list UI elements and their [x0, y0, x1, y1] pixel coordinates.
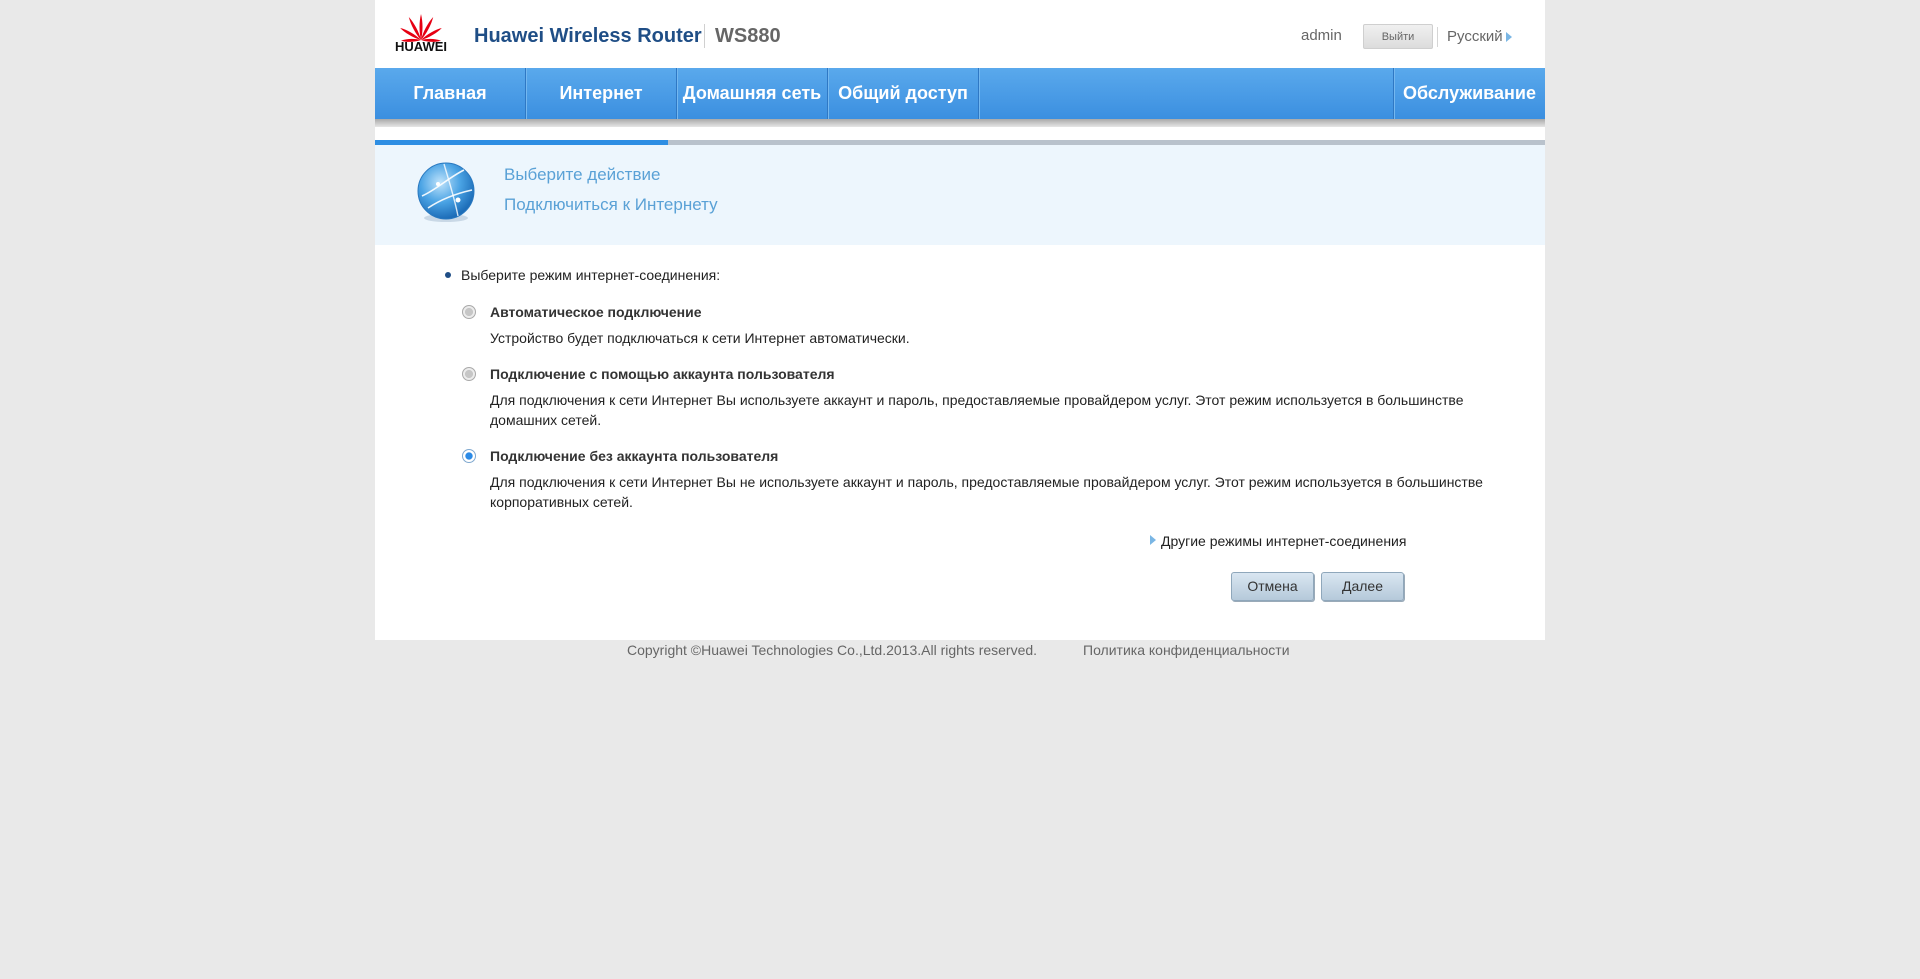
bullet-icon — [445, 272, 451, 278]
step-title: Выберите действие — [504, 165, 661, 184]
option-title-no-account[interactable]: Подключение без аккаунта пользователя — [490, 448, 778, 464]
option-desc-auto: Устройство будет подключаться к сети Инт… — [490, 330, 910, 346]
language-arrow-icon[interactable] — [1506, 32, 1512, 42]
main-nav: Главная Интернет Домашняя сеть Общий дос… — [375, 68, 1545, 119]
nav-item-maintenance[interactable]: Обслуживание — [1394, 68, 1545, 119]
nav-shadow — [375, 119, 1545, 127]
connection-mode-prompt: Выберите режим интернет-соединения: — [461, 267, 721, 283]
header-divider — [704, 24, 705, 48]
next-button[interactable]: Далее — [1321, 572, 1404, 601]
nav-item-internet[interactable]: Интернет — [526, 68, 676, 119]
logout-button[interactable]: Выйти — [1363, 24, 1433, 49]
option-title-auto[interactable]: Автоматическое подключение — [490, 304, 702, 320]
logo-text: HUAWEI — [395, 39, 447, 54]
language-divider — [1437, 27, 1438, 47]
radio-account-connection[interactable] — [462, 367, 476, 381]
cancel-button[interactable]: Отмена — [1231, 572, 1314, 601]
nav-item-sharing[interactable]: Общий доступ — [828, 68, 978, 119]
internet-globe-icon — [417, 162, 475, 222]
language-selector[interactable]: Русский — [1447, 28, 1503, 45]
nav-item-home[interactable]: Главная — [375, 68, 525, 119]
header: HUAWEI Huawei Wireless Router WS880 admi… — [375, 0, 1545, 68]
username-label: admin — [1301, 27, 1342, 44]
step-subtitle: Подключиться к Интернету — [504, 195, 718, 214]
radio-auto-connection[interactable] — [462, 305, 476, 319]
expand-arrow-icon[interactable] — [1150, 535, 1156, 545]
model-name: WS880 — [715, 25, 781, 47]
router-page: HUAWEI Huawei Wireless Router WS880 admi… — [375, 0, 1545, 640]
copyright-text: Copyright ©Huawei Technologies Co.,Ltd.2… — [627, 642, 1038, 658]
product-title: Huawei Wireless Router — [474, 25, 702, 47]
option-title-account[interactable]: Подключение с помощью аккаунта пользоват… — [490, 366, 835, 382]
nav-item-home-network[interactable]: Домашняя сеть — [677, 68, 827, 119]
radio-no-account-connection[interactable] — [462, 449, 476, 463]
nav-separator — [978, 68, 979, 119]
other-modes-link[interactable]: Другие режимы интернет-соединения — [1161, 533, 1406, 549]
privacy-policy-link[interactable]: Политика конфиденциальности — [1083, 642, 1290, 658]
option-desc-no-account: Для подключения к сети Интернет Вы не ис… — [490, 474, 1483, 510]
wizard-step-panel: Выберите действие Подключиться к Интерне… — [375, 145, 1545, 245]
option-desc-account: Для подключения к сети Интернет Вы испол… — [490, 392, 1464, 428]
